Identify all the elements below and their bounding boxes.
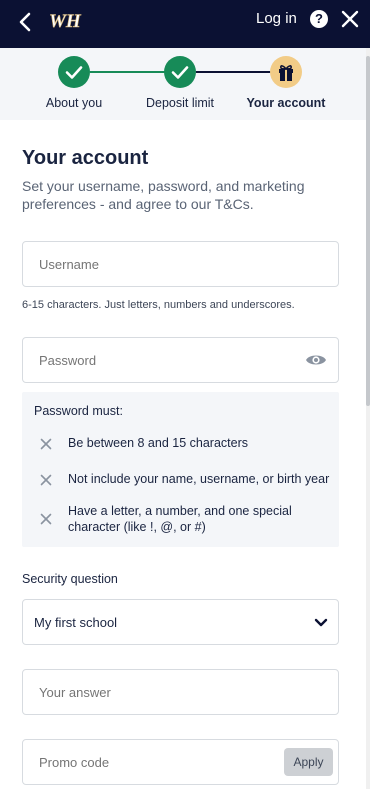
step-label-your-account: Your account bbox=[246, 96, 326, 110]
password-rule-text: Have a letter, a number, and one special… bbox=[68, 504, 292, 534]
password-field[interactable] bbox=[22, 337, 339, 383]
step-connector-complete bbox=[90, 71, 165, 73]
rule-unmet-x-icon bbox=[40, 513, 52, 525]
chevron-down-icon bbox=[314, 618, 328, 627]
brand-logo[interactable]: WH bbox=[46, 6, 86, 36]
back-arrow-icon[interactable] bbox=[14, 10, 40, 36]
step-your-account-gift-icon bbox=[270, 56, 302, 88]
help-icon[interactable]: ? bbox=[310, 10, 328, 28]
security-question-value: My first school bbox=[34, 615, 118, 630]
close-icon[interactable] bbox=[340, 9, 360, 29]
password-rules-heading: Password must: bbox=[34, 404, 123, 418]
security-question-label: Security question bbox=[22, 572, 118, 586]
security-question-select[interactable]: My first school bbox=[22, 599, 339, 645]
top-nav-bar: WH Log in ? bbox=[0, 0, 370, 48]
password-rules-panel: Password must: Be between 8 and 15 chara… bbox=[22, 392, 339, 547]
scrollbar-thumb[interactable] bbox=[366, 56, 370, 406]
step-label-deposit-limit: Deposit limit bbox=[145, 96, 215, 110]
page-title: Your account bbox=[22, 147, 149, 169]
username-field[interactable] bbox=[22, 241, 339, 287]
show-password-eye-icon[interactable] bbox=[305, 352, 327, 368]
password-input[interactable] bbox=[23, 338, 338, 382]
step-connector bbox=[196, 71, 271, 73]
rule-unmet-x-icon bbox=[40, 438, 52, 450]
apply-promo-button[interactable]: Apply bbox=[284, 748, 333, 776]
rule-unmet-x-icon bbox=[40, 474, 52, 486]
step-label-about-you: About you bbox=[45, 96, 103, 110]
svg-text:WH: WH bbox=[49, 11, 82, 32]
password-rule-text: Be between 8 and 15 characters bbox=[68, 436, 248, 450]
login-link[interactable]: Log in bbox=[256, 10, 297, 27]
promo-code-field[interactable]: Apply bbox=[22, 739, 339, 785]
page-subtitle: Set your username, password, and marketi… bbox=[22, 178, 305, 212]
step-deposit-limit-check-icon bbox=[164, 56, 196, 88]
security-answer-input[interactable] bbox=[23, 670, 338, 714]
password-rule-text: Not include your name, username, or birt… bbox=[68, 472, 330, 486]
security-answer-field[interactable] bbox=[22, 669, 339, 715]
progress-stepper: About you Deposit limit Your account bbox=[0, 48, 366, 120]
step-about-you-check-icon bbox=[58, 56, 90, 88]
username-input[interactable] bbox=[23, 242, 338, 286]
username-hint: 6-15 characters. Just letters, numbers a… bbox=[22, 299, 295, 311]
